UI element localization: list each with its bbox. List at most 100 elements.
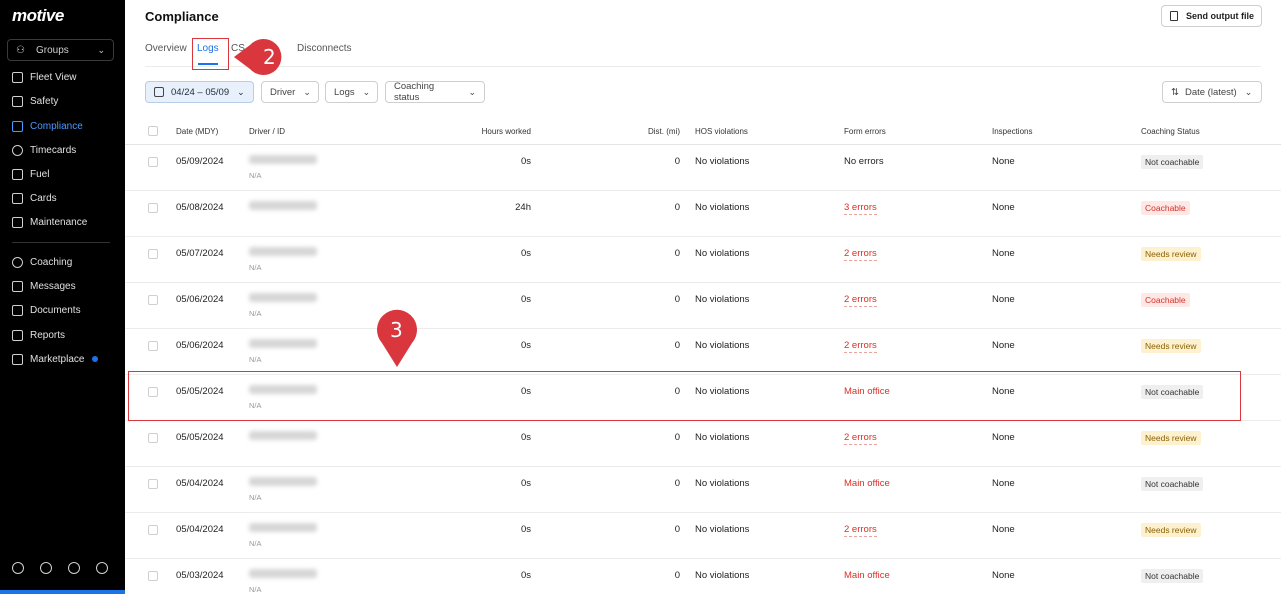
sidebar-item-timecards[interactable]: Timecards: [12, 142, 76, 158]
bell-icon[interactable]: [68, 562, 80, 574]
tabs-divider: [145, 66, 1261, 67]
driver-filter[interactable]: Driver ⌄: [261, 81, 319, 103]
select-all-checkbox[interactable]: [148, 126, 158, 136]
coaching-status-filter[interactable]: Coaching status ⌄: [385, 81, 485, 103]
table-row[interactable]: 05/04/2024 N/A 0s 0 No violations 2 errors Non…: [125, 513, 1281, 559]
sidebar-item-compliance[interactable]: Compliance: [12, 118, 83, 134]
sidebar-item-reports[interactable]: Reports: [12, 327, 65, 343]
logs-filter[interactable]: Logs ⌄: [325, 81, 378, 103]
sidebar-item-cards[interactable]: Cards: [12, 190, 57, 206]
table-row[interactable]: 05/06/2024 N/A 0s 0 No violations 2 errors Non…: [125, 329, 1281, 375]
coaching-status-badge: Coachable: [1141, 201, 1190, 215]
row-inspections: None: [992, 294, 1015, 305]
row-form-errors[interactable]: 2 errors: [844, 432, 877, 445]
row-form-errors[interactable]: Main office: [844, 570, 890, 581]
row-hours-worked: 0s: [520, 432, 531, 443]
driver-name-redacted: [249, 523, 317, 532]
sidebar-item-fleet-view[interactable]: Fleet View: [12, 69, 77, 85]
driver-id: N/A: [249, 539, 262, 548]
row-hours-worked: 0s: [520, 478, 531, 489]
row-form-errors[interactable]: Main office: [844, 478, 890, 489]
row-checkbox[interactable]: [148, 203, 158, 213]
row-hos-violations: No violations: [695, 156, 750, 167]
driver-name-redacted: [249, 477, 317, 486]
row-checkbox[interactable]: [148, 249, 158, 259]
coaching-status-badge: Not coachable: [1141, 477, 1204, 491]
sort-dropdown[interactable]: ⇅ Date (latest) ⌄: [1162, 81, 1262, 103]
column-header-form-errors[interactable]: Form errors: [844, 127, 886, 136]
row-distance: 0: [674, 570, 680, 581]
table-row[interactable]: 05/04/2024 N/A 0s 0 No violations Main office…: [125, 467, 1281, 513]
column-header-distance[interactable]: Dist. (mi): [648, 127, 680, 136]
row-distance: 0: [674, 478, 680, 489]
row-hours-worked: 24h: [515, 202, 531, 213]
sidebar-item-marketplace[interactable]: Marketplace: [12, 351, 99, 367]
column-header-inspections[interactable]: Inspections: [992, 127, 1032, 136]
table-row[interactable]: 05/07/2024 N/A 0s 0 No violations 2 errors Non…: [125, 237, 1281, 283]
sidebar-item-safety[interactable]: Safety: [12, 93, 58, 109]
row-hours-worked: 0s: [520, 340, 531, 351]
tab-overview[interactable]: Overview: [145, 43, 187, 54]
selected-row-highlight: [128, 371, 1241, 421]
table-row[interactable]: 05/05/2024 0s 0 No violations 2 errors None Ne…: [125, 421, 1281, 467]
row-form-errors[interactable]: 2 errors: [844, 294, 877, 307]
reports-icon: [12, 329, 23, 341]
sidebar-footer: [12, 562, 108, 574]
row-checkbox[interactable]: [148, 341, 158, 351]
sidebar-item-coaching[interactable]: Coaching: [12, 254, 72, 270]
row-inspections: None: [992, 202, 1015, 213]
row-form-errors[interactable]: 2 errors: [844, 340, 877, 353]
chevron-down-icon: ⌄: [468, 86, 476, 97]
table-row[interactable]: 05/06/2024 N/A 0s 0 No violations 2 errors Non…: [125, 283, 1281, 329]
row-inspections: None: [992, 524, 1015, 535]
sidebar-divider: [12, 242, 110, 243]
chevron-down-icon: ⌄: [97, 44, 105, 55]
row-date: 05/07/2024: [176, 248, 224, 259]
driver-id: N/A: [249, 585, 262, 594]
row-hos-violations: No violations: [695, 524, 750, 535]
column-header-date[interactable]: Date (MDY): [176, 127, 218, 136]
user-settings-icon[interactable]: [12, 562, 24, 574]
account-icon[interactable]: [96, 562, 108, 574]
sidebar-item-messages[interactable]: Messages: [12, 278, 76, 294]
row-hos-violations: No violations: [695, 294, 750, 305]
row-checkbox[interactable]: [148, 157, 158, 167]
row-hos-violations: No violations: [695, 570, 750, 581]
table-row[interactable]: 05/09/2024 N/A 0s 0 No violations No errors No…: [125, 145, 1281, 191]
motive-logo[interactable]: motive: [12, 6, 64, 26]
row-checkbox[interactable]: [148, 479, 158, 489]
wrench-icon: [12, 216, 23, 228]
row-checkbox[interactable]: [148, 433, 158, 443]
coaching-status-badge: Not coachable: [1141, 155, 1204, 169]
row-checkbox[interactable]: [148, 571, 158, 581]
groups-dropdown[interactable]: ⚇ Groups ⌄: [7, 39, 114, 61]
column-header-coaching[interactable]: Coaching Status: [1141, 127, 1200, 136]
column-header-hours[interactable]: Hours worked: [482, 127, 531, 136]
sidebar-item-fuel[interactable]: Fuel: [12, 166, 49, 182]
column-header-driver[interactable]: Driver / ID: [249, 127, 285, 136]
coaching-status-badge: Coachable: [1141, 293, 1190, 307]
column-header-hos[interactable]: HOS violations: [695, 127, 748, 136]
table-row[interactable]: 05/08/2024 24h 0 No violations 3 errors None C…: [125, 191, 1281, 237]
row-inspections: None: [992, 340, 1015, 351]
row-form-errors[interactable]: 2 errors: [844, 524, 877, 537]
coaching-status-badge: Needs review: [1141, 431, 1201, 445]
row-form-errors[interactable]: 2 errors: [844, 248, 877, 261]
table-row[interactable]: 05/03/2024 N/A 0s 0 No violations Main office…: [125, 559, 1281, 594]
row-distance: 0: [674, 340, 680, 351]
row-checkbox[interactable]: [148, 295, 158, 305]
shield-icon: [12, 95, 23, 107]
sidebar-item-documents[interactable]: Documents: [12, 302, 81, 318]
coaching-icon: [12, 256, 23, 268]
help-icon[interactable]: [40, 562, 52, 574]
sidebar-item-maintenance[interactable]: Maintenance: [12, 214, 87, 230]
row-form-errors[interactable]: 3 errors: [844, 202, 877, 215]
row-date: 05/06/2024: [176, 294, 224, 305]
chevron-down-icon: ⌄: [362, 86, 371, 97]
send-output-file-button[interactable]: Send output file: [1161, 5, 1262, 27]
tab-disconnects[interactable]: Disconnects: [297, 43, 351, 54]
row-hours-worked: 0s: [520, 248, 531, 259]
date-range-filter[interactable]: 04/24 – 05/09 ⌄: [145, 81, 254, 103]
row-checkbox[interactable]: [148, 525, 158, 535]
row-inspections: None: [992, 156, 1015, 167]
